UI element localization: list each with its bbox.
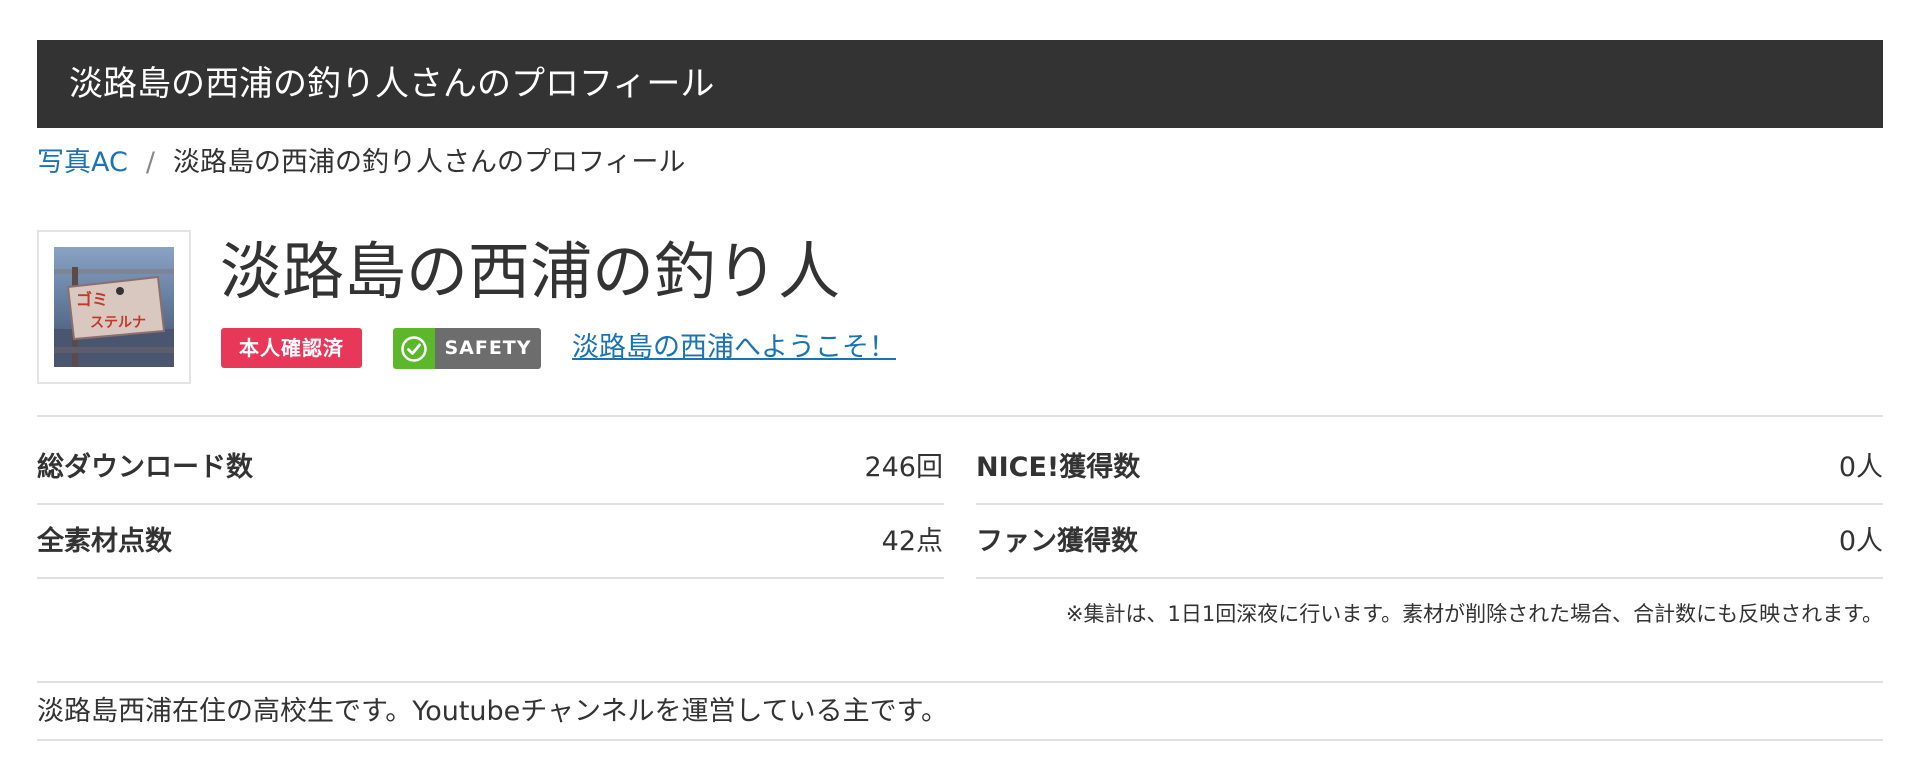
page-header-title: 淡路島の西浦の釣り人さんのプロフィール xyxy=(69,64,715,104)
profile-name: 淡路島の西浦の釣り人 xyxy=(220,235,841,308)
stat-value-downloads: 246回 xyxy=(864,452,943,483)
profile-bio: 淡路島西浦在住の高校生です。Youtubeチャンネルを運営している主です。 xyxy=(37,696,948,727)
stat-value-materials: 42点 xyxy=(881,526,943,557)
stat-label-fans: ファン獲得数 xyxy=(976,526,1138,557)
stats-note: ※集計は、1日1回深夜に行います。素材が削除された場合、合計数にも反映されます。 xyxy=(1065,602,1883,626)
divider xyxy=(37,415,1883,417)
divider xyxy=(37,739,1883,741)
verified-badge: 本人確認済 xyxy=(221,328,362,368)
avatar-image: ゴミ ステルナ xyxy=(54,247,174,367)
breadcrumb-home-link[interactable]: 写真AC xyxy=(37,147,128,178)
catchphrase-link[interactable]: 淡路島の西浦へようこそ！ xyxy=(572,328,896,368)
stat-label-downloads: 総ダウンロード数 xyxy=(37,452,253,483)
avatar-sign-text: ゴミ xyxy=(76,290,108,309)
divider xyxy=(976,577,1883,579)
divider xyxy=(976,503,1883,505)
page-header: 淡路島の西浦の釣り人さんのプロフィール xyxy=(37,40,1883,128)
stat-label-nice: NICE!獲得数 xyxy=(976,452,1141,483)
divider xyxy=(37,681,1883,683)
stat-value-nice: 0人 xyxy=(1838,452,1883,483)
avatar-frame: ゴミ ステルナ xyxy=(37,230,191,384)
safety-badge-label: SAFETY xyxy=(435,328,541,369)
breadcrumb-separator: / xyxy=(145,147,155,178)
breadcrumb-current: 淡路島の西浦の釣り人さんのプロフィール xyxy=(172,147,686,178)
stat-value-fans: 0人 xyxy=(1838,526,1883,557)
breadcrumb: 写真AC / 淡路島の西浦の釣り人さんのプロフィール xyxy=(37,143,685,183)
svg-text:ステルナ: ステルナ xyxy=(90,315,146,331)
divider xyxy=(37,503,944,505)
divider xyxy=(37,577,944,579)
safety-badge: SAFETY xyxy=(393,328,541,369)
check-circle-icon xyxy=(393,328,435,369)
avatar: ゴミ ステルナ xyxy=(54,247,174,367)
stat-label-materials: 全素材点数 xyxy=(37,526,172,557)
